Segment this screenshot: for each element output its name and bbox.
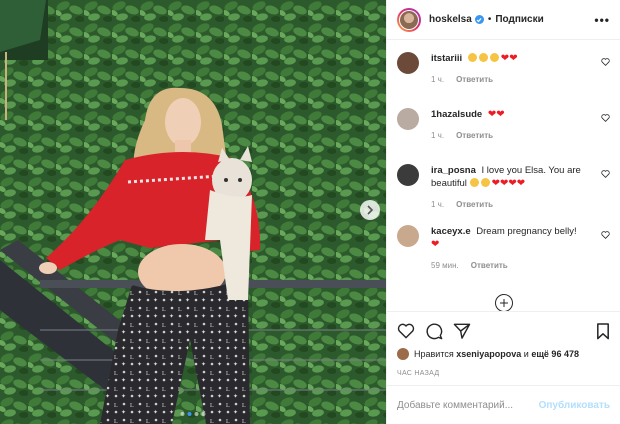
- carousel-dot: [194, 412, 199, 416]
- comment-item: kaceyx.e Dream pregnancy belly! ❤ 59 мин…: [397, 225, 610, 272]
- grimace-emoji-icon: [467, 53, 477, 62]
- comment-username[interactable]: ira_posna: [431, 165, 479, 176]
- crying-emoji-icon: [469, 178, 479, 187]
- author-avatar[interactable]: [397, 7, 421, 32]
- likes-summary[interactable]: Нравится xseniyapopova и ещё 96 478: [397, 348, 610, 360]
- carousel-next-button[interactable]: [360, 200, 380, 220]
- carousel-dots: [180, 412, 206, 416]
- likes-conjunction: и: [523, 349, 529, 359]
- comment-username[interactable]: itstariii: [431, 53, 465, 64]
- separator-dot: •: [487, 14, 492, 25]
- action-icons: [397, 320, 610, 342]
- red-heart-emoji-icon: ❤: [516, 178, 526, 189]
- bookmark-icon: [597, 322, 609, 339]
- paper-plane-icon: [453, 323, 471, 339]
- save-button[interactable]: [596, 322, 610, 340]
- post-actions: Нравится xseniyapopova и ещё 96 478 ЧАС …: [387, 311, 620, 377]
- comment-time: 1 ч.: [431, 131, 445, 140]
- comment-avatar[interactable]: [397, 164, 419, 186]
- red-heart-emoji-icon: ❤: [487, 109, 497, 120]
- carousel-dot: [180, 412, 185, 416]
- like-button[interactable]: [397, 323, 415, 339]
- reply-button[interactable]: Ответить: [456, 200, 493, 209]
- post-sidebar: hoskelsa • Подписки ••• itstariii ❤❤ 1 ч…: [386, 0, 620, 424]
- comment-button[interactable]: [425, 322, 443, 340]
- likes-prefix: Нравится: [414, 349, 454, 359]
- more-options-button[interactable]: •••: [594, 13, 610, 27]
- comment-avatar[interactable]: [397, 52, 419, 74]
- comment-input[interactable]: [397, 399, 539, 411]
- grimace-emoji-icon: [478, 53, 488, 62]
- red-heart-emoji-icon: ❤: [491, 178, 500, 189]
- comment-time: 1 ч.: [431, 75, 445, 84]
- comment-avatar[interactable]: [397, 225, 419, 247]
- add-comment-bar: Опубликовать: [387, 385, 620, 424]
- liker-avatar: [397, 348, 409, 360]
- reply-button[interactable]: Ответить: [456, 131, 493, 140]
- share-button[interactable]: [453, 323, 471, 339]
- photo-image: L ✦: [0, 0, 386, 424]
- heart-outline-icon: [601, 58, 610, 66]
- heart-outline-icon: [601, 231, 610, 239]
- like-comment-button[interactable]: [596, 108, 610, 142]
- like-comment-button[interactable]: [596, 52, 610, 86]
- carousel-dot: [201, 412, 206, 416]
- likes-count[interactable]: ещё 96 478: [531, 349, 579, 359]
- comment-time: 1 ч.: [431, 200, 445, 209]
- crying-emoji-icon: [480, 178, 490, 187]
- comment-item: 1hazalsude ❤❤ 1 ч. Ответить: [397, 108, 610, 142]
- post-photo[interactable]: L ✦: [0, 0, 386, 424]
- post-timestamp: ЧАС НАЗАД: [397, 370, 440, 377]
- verified-badge-icon: [474, 15, 484, 24]
- heart-icon: [397, 323, 415, 339]
- post-header: hoskelsa • Подписки •••: [387, 0, 620, 40]
- plus-icon: [499, 299, 508, 307]
- reply-button[interactable]: Ответить: [471, 261, 508, 270]
- load-more-comments: [397, 294, 610, 311]
- like-comment-button[interactable]: [596, 164, 610, 211]
- load-more-button[interactable]: [494, 294, 513, 311]
- red-heart-emoji-icon: ❤: [431, 239, 440, 250]
- comment-item: itstariii ❤❤ 1 ч. Ответить: [397, 52, 610, 86]
- reply-button[interactable]: Ответить: [456, 75, 493, 84]
- following-button[interactable]: Подписки: [495, 14, 543, 25]
- comment-bubble-icon: [426, 323, 443, 340]
- red-heart-emoji-icon: ❤: [508, 178, 517, 189]
- heart-outline-icon: [601, 170, 610, 178]
- comment-time: 59 мин.: [431, 261, 459, 270]
- like-comment-button[interactable]: [596, 225, 610, 272]
- heart-outline-icon: [601, 114, 610, 122]
- comment-avatar[interactable]: [397, 108, 419, 130]
- red-heart-emoji-icon: ❤: [496, 109, 505, 120]
- grimace-emoji-icon: [489, 53, 499, 62]
- liker-username[interactable]: xseniyapopova: [456, 349, 521, 359]
- comments-list: itstariii ❤❤ 1 ч. Ответить 1hazalsude ❤❤ …: [387, 40, 620, 311]
- comment-username[interactable]: 1hazalsude: [431, 109, 485, 120]
- instagram-post: L ✦: [0, 0, 620, 424]
- comment-username[interactable]: kaceyx.e: [431, 226, 473, 237]
- publish-button[interactable]: Опубликовать: [539, 400, 610, 411]
- red-heart-emoji-icon: ❤: [500, 53, 510, 64]
- chevron-right-icon: [367, 205, 374, 215]
- red-heart-emoji-icon: ❤: [509, 53, 518, 64]
- comment-text: Dream pregnancy belly!: [476, 226, 577, 237]
- carousel-dot-active: [187, 412, 192, 416]
- comment-item: ira_posna I love you Elsa. You are beaut…: [397, 164, 610, 211]
- author-username[interactable]: hoskelsa: [429, 14, 472, 25]
